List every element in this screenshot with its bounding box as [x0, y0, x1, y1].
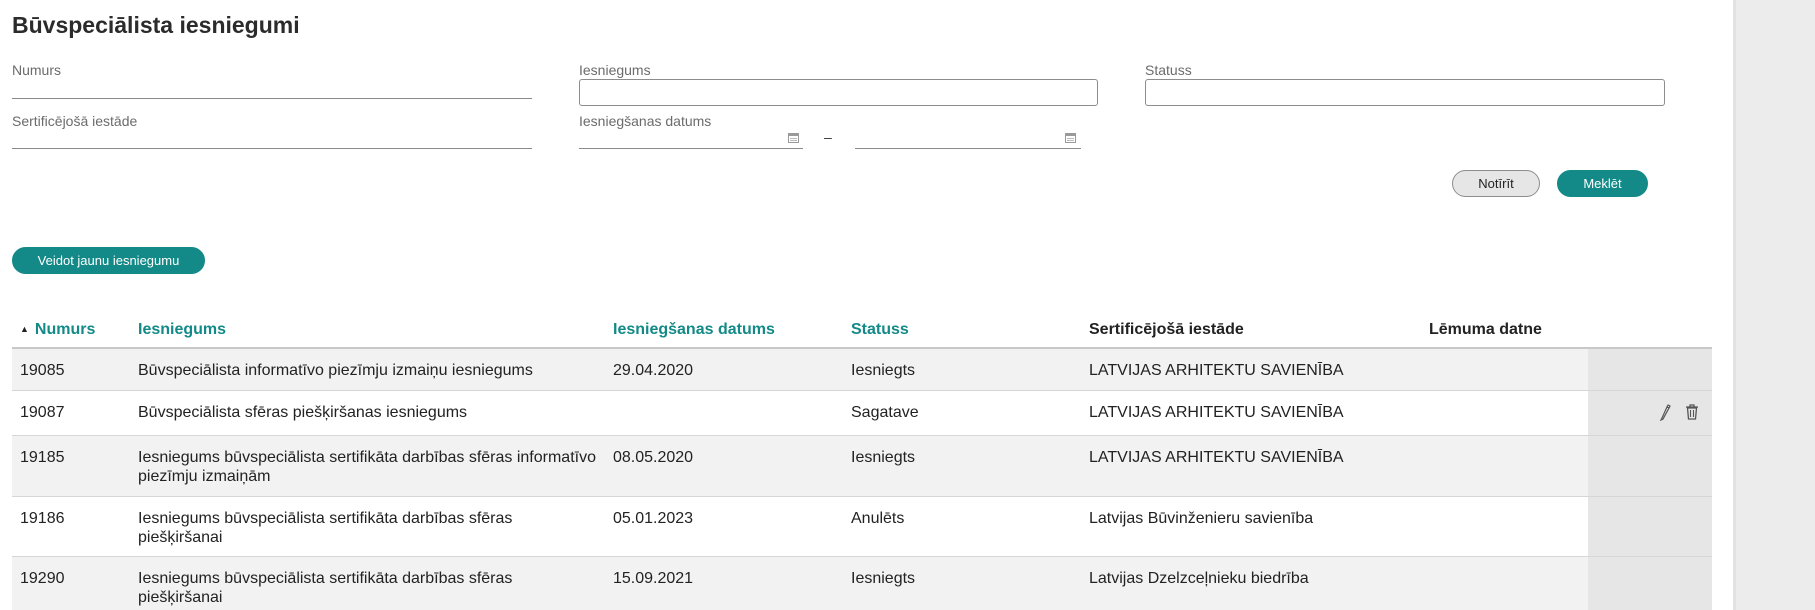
page-title: Būvspeciālista iesniegumi: [12, 12, 300, 38]
column-header-datums[interactable]: Iesniegšanas datums: [605, 312, 843, 349]
column-header-actions: [1588, 312, 1712, 349]
date-to-input[interactable]: [855, 148, 1081, 149]
date-range-separator: –: [824, 129, 832, 145]
column-header-lemums: Lēmuma datne: [1421, 312, 1588, 349]
column-header-iestade: Sertificējošā iestāde: [1081, 312, 1421, 349]
iesniegums-filter-input[interactable]: [579, 79, 1098, 106]
cell-numurs: 19186: [12, 496, 130, 557]
column-header-iesniegums[interactable]: Iesniegums: [130, 312, 605, 349]
table-row[interactable]: 19087 Būvspeciālista sfēras piešķiršanas…: [12, 390, 1712, 436]
cell-lemums: [1421, 390, 1588, 436]
pencil-icon[interactable]: [1658, 403, 1672, 421]
cell-iesniegums: Iesniegums būvspeciālista sertifikāta da…: [130, 556, 605, 610]
table-row[interactable]: 19185 Iesniegums būvspeciālista sertifik…: [12, 435, 1712, 497]
cell-iesniegums: Būvspeciālista informatīvo piezīmju izma…: [130, 348, 605, 391]
cell-lemums: [1421, 556, 1588, 610]
cell-actions: [1588, 348, 1712, 391]
cell-iestade: LATVIJAS ARHITEKTU SAVIENĪBA: [1081, 435, 1421, 497]
row-actions: [1596, 403, 1704, 421]
clear-button[interactable]: Notīrīt: [1452, 170, 1540, 197]
datums-filter-label: Iesniegšanas datums: [579, 113, 712, 129]
cell-datums: 08.05.2020: [605, 435, 843, 497]
cell-iesniegums: Iesniegums būvspeciālista sertifikāta da…: [130, 496, 605, 557]
cell-iestade: LATVIJAS ARHITEKTU SAVIENĪBA: [1081, 348, 1421, 391]
sort-ascending-icon: ▲: [20, 323, 29, 334]
cell-iestade: Latvijas Būvinženieru savienība: [1081, 496, 1421, 557]
cell-statuss: Anulēts: [843, 496, 1081, 557]
trash-icon[interactable]: [1684, 403, 1700, 421]
scroll-gutter: [1733, 0, 1815, 610]
cell-statuss: Sagatave: [843, 390, 1081, 436]
cell-iestade: Latvijas Dzelzceļnieku biedrība: [1081, 556, 1421, 610]
applications-table: ▲ Numurs Iesniegums Iesniegšanas datums S…: [12, 312, 1712, 610]
cell-datums: 15.09.2021: [605, 556, 843, 610]
iesniegums-filter-label: Iesniegums: [579, 62, 651, 78]
cell-iesniegums: Iesniegums būvspeciālista sertifikāta da…: [130, 435, 605, 497]
cell-actions: [1588, 390, 1712, 436]
table-row[interactable]: 19290 Iesniegums būvspeciālista sertifik…: [12, 556, 1712, 610]
cell-iesniegums: Būvspeciālista sfēras piešķiršanas iesni…: [130, 390, 605, 436]
iestade-filter-input[interactable]: [12, 148, 532, 149]
cell-actions: [1588, 556, 1712, 610]
column-header-statuss[interactable]: Statuss: [843, 312, 1081, 349]
cell-lemums: [1421, 348, 1588, 391]
date-from-input[interactable]: [579, 148, 803, 149]
create-new-application-button[interactable]: Veidot jaunu iesniegumu: [12, 247, 205, 274]
cell-statuss: Iesniegts: [843, 348, 1081, 391]
cell-lemums: [1421, 435, 1588, 497]
statuss-filter-select[interactable]: [1145, 79, 1665, 106]
iestade-filter-label: Sertificējošā iestāde: [12, 113, 138, 129]
search-button[interactable]: Meklēt: [1557, 170, 1648, 197]
cell-statuss: Iesniegts: [843, 435, 1081, 497]
cell-datums: 29.04.2020: [605, 348, 843, 391]
cell-actions: [1588, 435, 1712, 497]
table-row[interactable]: 19186 Iesniegums būvspeciālista sertifik…: [12, 496, 1712, 557]
cell-numurs: 19185: [12, 435, 130, 497]
cell-iestade: LATVIJAS ARHITEKTU SAVIENĪBA: [1081, 390, 1421, 436]
calendar-icon[interactable]: [788, 133, 799, 143]
numurs-filter-input[interactable]: [12, 98, 532, 99]
cell-numurs: 19290: [12, 556, 130, 610]
table-row[interactable]: 19085 Būvspeciālista informatīvo piezīmj…: [12, 348, 1712, 391]
cell-datums: [605, 390, 843, 436]
cell-lemums: [1421, 496, 1588, 557]
statuss-filter-label: Statuss: [1145, 62, 1192, 78]
calendar-icon[interactable]: [1065, 133, 1076, 143]
column-header-numurs[interactable]: ▲ Numurs: [12, 312, 130, 349]
table-header-row: ▲ Numurs Iesniegums Iesniegšanas datums S…: [12, 312, 1712, 349]
cell-actions: [1588, 496, 1712, 557]
column-header-numurs-label: Numurs: [34, 320, 96, 338]
cell-numurs: 19087: [12, 390, 130, 436]
cell-numurs: 19085: [12, 348, 130, 391]
cell-datums: 05.01.2023: [605, 496, 843, 557]
cell-statuss: Iesniegts: [843, 556, 1081, 610]
numurs-filter-label: Numurs: [12, 62, 62, 78]
